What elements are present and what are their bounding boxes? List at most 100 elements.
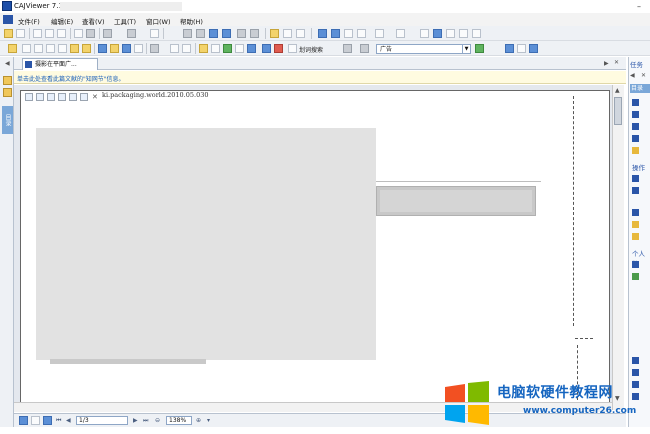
page-image-icon[interactable] (58, 93, 66, 101)
operation-item[interactable] (632, 232, 650, 241)
text-color-icon[interactable] (211, 44, 220, 53)
last-page-button[interactable]: ⏭ (143, 417, 148, 425)
operation-item[interactable] (632, 186, 650, 195)
document-menu-icon[interactable] (3, 15, 13, 24)
pencil-note-icon[interactable] (3, 88, 12, 97)
link-item[interactable] (632, 368, 650, 377)
forward-icon[interactable] (250, 29, 259, 38)
page-view-icon[interactable] (31, 416, 40, 425)
vertical-scrollbar[interactable] (612, 85, 624, 410)
find-prev-icon[interactable] (283, 29, 292, 38)
back-icon[interactable] (237, 29, 246, 38)
text-search-icon[interactable] (288, 44, 297, 53)
redo-icon[interactable] (127, 29, 136, 38)
thumbnail-view-icon[interactable] (19, 416, 28, 425)
tab-document[interactable]: 摄影在平面广... (22, 58, 98, 70)
vertical-scroll-thumb[interactable] (614, 97, 622, 125)
chevron-down-icon[interactable]: ▼ (462, 45, 470, 53)
link-item[interactable] (632, 392, 650, 401)
close-toolbar-icon[interactable]: ✕ (92, 93, 98, 101)
fit-page-icon[interactable] (396, 29, 405, 38)
rotate-icon[interactable] (357, 29, 366, 38)
undo-icon[interactable] (103, 29, 112, 38)
actual-size-icon[interactable] (420, 29, 429, 38)
zoom-out-button[interactable]: ⊖ (155, 417, 160, 424)
task-item[interactable] (632, 110, 650, 119)
zoom-level-input[interactable]: 138% (166, 416, 192, 425)
bookmark-icon[interactable] (70, 44, 79, 53)
options-icon[interactable] (517, 44, 526, 53)
next-page-icon[interactable] (209, 29, 218, 38)
note-icon[interactable] (82, 44, 91, 53)
search-scope-combo[interactable]: 广告 (376, 44, 471, 54)
zoom-out-icon[interactable] (459, 29, 468, 38)
link-item[interactable] (632, 356, 650, 365)
help-icon[interactable] (505, 44, 514, 53)
highlight-icon[interactable] (199, 44, 208, 53)
rectangle-tool-icon[interactable] (122, 44, 131, 53)
mail-icon[interactable] (57, 29, 66, 38)
zoom-in-icon[interactable] (446, 29, 455, 38)
stamp-icon[interactable] (247, 44, 256, 53)
page-number-input[interactable]: 1/3 (76, 416, 128, 425)
zoom-in-button[interactable]: ⊕ (196, 417, 201, 424)
ocr-icon[interactable] (58, 44, 67, 53)
paste-icon[interactable] (86, 29, 95, 38)
audio-icon[interactable] (182, 44, 191, 53)
menu-view[interactable]: 查看(V) (82, 16, 105, 26)
continuous-page-icon[interactable] (331, 29, 340, 38)
page-print-icon[interactable] (47, 93, 55, 101)
task-item[interactable] (632, 146, 650, 155)
chevron-right-icon[interactable]: ▶ (604, 60, 609, 67)
print-icon[interactable] (33, 29, 42, 38)
save-icon[interactable] (16, 29, 25, 38)
panel-back-icon[interactable]: ◀ (630, 72, 635, 79)
task-item[interactable] (632, 98, 650, 107)
window-tile-icon[interactable] (529, 44, 538, 53)
two-page-view-icon[interactable] (43, 416, 52, 425)
underline-icon[interactable] (223, 44, 232, 53)
find-icon[interactable] (270, 29, 279, 38)
scroll-down-icon[interactable]: ▼ (615, 395, 620, 402)
pencil-icon[interactable] (110, 44, 119, 53)
print-preview-icon[interactable] (45, 29, 54, 38)
operation-item[interactable] (632, 208, 650, 217)
first-page-button[interactable]: ⏮ (56, 417, 61, 425)
layout-icon[interactable] (150, 29, 159, 38)
zoom-tool-icon[interactable] (472, 29, 481, 38)
operation-item[interactable] (632, 220, 650, 229)
prev-page-icon[interactable] (196, 29, 205, 38)
search-back-icon[interactable] (343, 44, 352, 53)
menu-edit[interactable]: 编辑(E) (51, 16, 73, 26)
info-bar-link[interactable]: 单击此处查看此篇文献的"知网节"信息。 (17, 74, 125, 83)
text-select-icon[interactable] (34, 44, 43, 53)
link-icon[interactable] (170, 44, 179, 53)
panel-close-icon[interactable]: ✕ (641, 72, 646, 79)
close-icon[interactable]: ✕ (614, 59, 619, 66)
chevron-left-icon[interactable]: ◀ (5, 60, 10, 67)
last-page-icon[interactable] (222, 29, 231, 38)
fit-width-icon[interactable] (375, 29, 384, 38)
go-search-icon[interactable] (475, 44, 484, 53)
next-page-button[interactable]: ▶ (133, 417, 138, 424)
menu-file[interactable]: 文件(F) (18, 16, 40, 26)
zoom-menu-button[interactable]: ▾ (207, 417, 210, 424)
menu-window[interactable]: 窗口(W) (146, 16, 171, 26)
left-panel-label[interactable]: 目录 (2, 106, 13, 134)
facing-page-icon[interactable] (344, 29, 353, 38)
find-next-icon[interactable] (296, 29, 305, 38)
pin-icon[interactable] (274, 44, 283, 53)
first-page-icon[interactable] (183, 29, 192, 38)
page-hand-icon[interactable] (80, 93, 88, 101)
menu-help[interactable]: 帮助(H) (180, 16, 203, 26)
minimize-button[interactable]: – (632, 1, 646, 12)
strikeout-icon[interactable] (235, 44, 244, 53)
search-forward-icon[interactable] (360, 44, 369, 53)
task-item[interactable] (632, 122, 650, 131)
page-save-icon[interactable] (25, 93, 33, 101)
line-tool-icon[interactable] (98, 44, 107, 53)
text-search-label[interactable]: 划词搜索 (299, 45, 323, 54)
edit-note-icon[interactable] (3, 76, 12, 85)
eraser-icon[interactable] (150, 44, 159, 53)
image-select-icon[interactable] (46, 44, 55, 53)
